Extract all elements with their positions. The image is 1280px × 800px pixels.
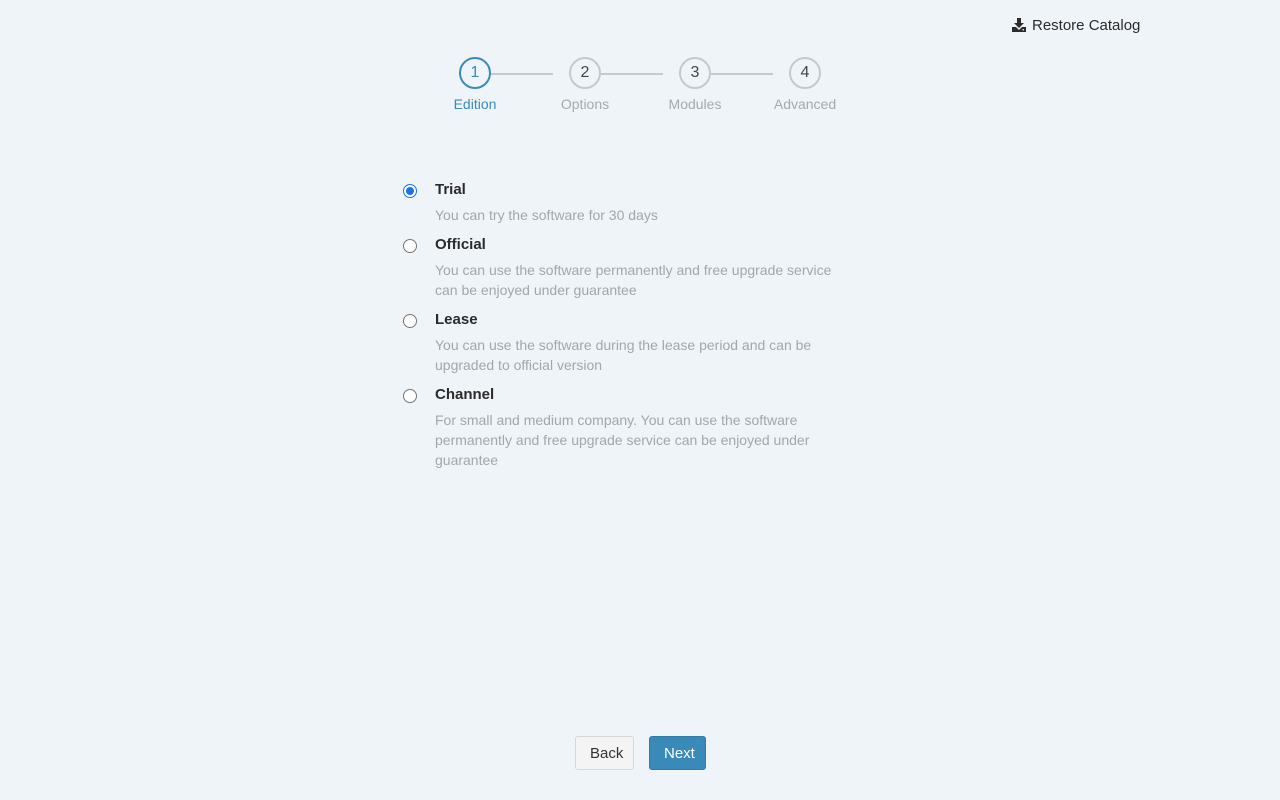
step-label: Advanced [773,96,837,112]
step-label: Modules [668,96,722,112]
step-number: 2 [569,57,601,89]
wizard-stepper: 1 Edition 2 Options 3 Modules 4 Advanced [430,57,850,117]
wizard-buttons: Back Next [575,736,706,770]
option-official: Official You can use the software perman… [403,235,863,300]
option-channel: Channel For small and medium company. Yo… [403,385,863,470]
step-options[interactable]: 2 Options [540,57,630,112]
step-connector [491,73,553,75]
step-modules[interactable]: 3 Modules [650,57,740,112]
step-label: Options [560,96,610,112]
radio-trial[interactable] [403,184,417,198]
back-button[interactable]: Back [575,736,634,770]
option-description: You can use the software during the leas… [435,337,812,373]
download-icon [1012,18,1026,32]
option-description: You can use the software permanently and… [435,262,832,298]
option-trial: Trial You can try the software for 30 da… [403,180,863,225]
option-title: Lease [435,311,478,328]
option-title: Official [435,236,486,253]
step-advanced[interactable]: 4 Advanced [760,57,850,112]
step-number: 1 [459,57,491,89]
radio-official[interactable] [403,239,417,253]
step-number: 4 [789,57,821,89]
next-button[interactable]: Next [649,736,706,770]
option-description: For small and medium company. You can us… [435,412,810,468]
step-number: 3 [679,57,711,89]
wizard-page: Restore Catalog 1 Edition 2 Options 3 Mo… [0,0,1280,800]
restore-catalog-label: Restore Catalog [1032,16,1141,34]
radio-channel[interactable] [403,389,417,403]
step-edition[interactable]: 1 Edition [430,57,520,112]
step-connector [711,73,773,75]
option-lease: Lease You can use the software during th… [403,310,863,375]
restore-catalog-link[interactable]: Restore Catalog [1012,15,1140,35]
option-title: Trial [435,181,466,198]
option-title: Channel [435,386,495,403]
edition-options: Trial You can try the software for 30 da… [403,180,863,480]
option-description: You can try the software for 30 days [435,207,658,223]
radio-lease[interactable] [403,314,417,328]
step-connector [601,73,663,75]
step-label: Edition [453,96,497,112]
